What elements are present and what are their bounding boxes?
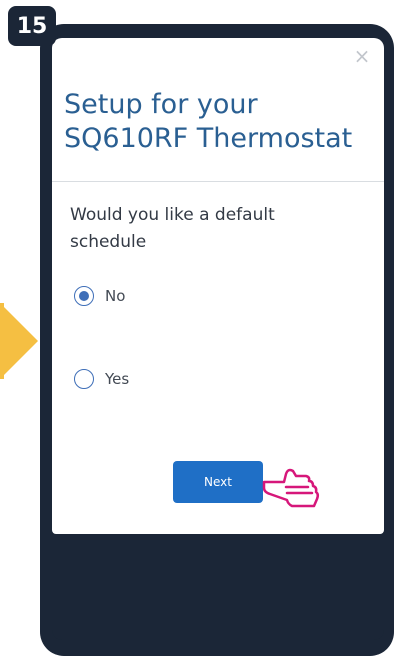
- modal-title-line2: SQ610RF Thermostat: [64, 123, 353, 154]
- modal-title: Setup for your SQ610RF Thermostat: [64, 88, 374, 156]
- radio-option-yes[interactable]: Yes: [74, 369, 129, 389]
- pointing-hand-icon: [262, 468, 320, 508]
- setup-modal: × Setup for your SQ610RF Thermostat Woul…: [52, 38, 384, 534]
- radio-option-no[interactable]: No: [74, 286, 125, 306]
- close-icon[interactable]: ×: [352, 46, 372, 66]
- phone-screen: × Setup for your SQ610RF Thermostat Woul…: [52, 38, 384, 640]
- next-button[interactable]: Next: [173, 461, 263, 503]
- side-arrow-icon: [0, 303, 38, 379]
- radio-button-yes[interactable]: [74, 369, 94, 389]
- step-number-badge: 15: [8, 6, 56, 46]
- radio-selected-dot: [79, 291, 89, 301]
- radio-label-yes: Yes: [105, 370, 130, 388]
- modal-title-line1: Setup for your: [64, 89, 258, 120]
- radio-label-no: No: [105, 287, 126, 305]
- schedule-question: Would you like a default schedule: [70, 205, 275, 252]
- radio-button-no[interactable]: [74, 286, 94, 306]
- divider: [52, 181, 384, 182]
